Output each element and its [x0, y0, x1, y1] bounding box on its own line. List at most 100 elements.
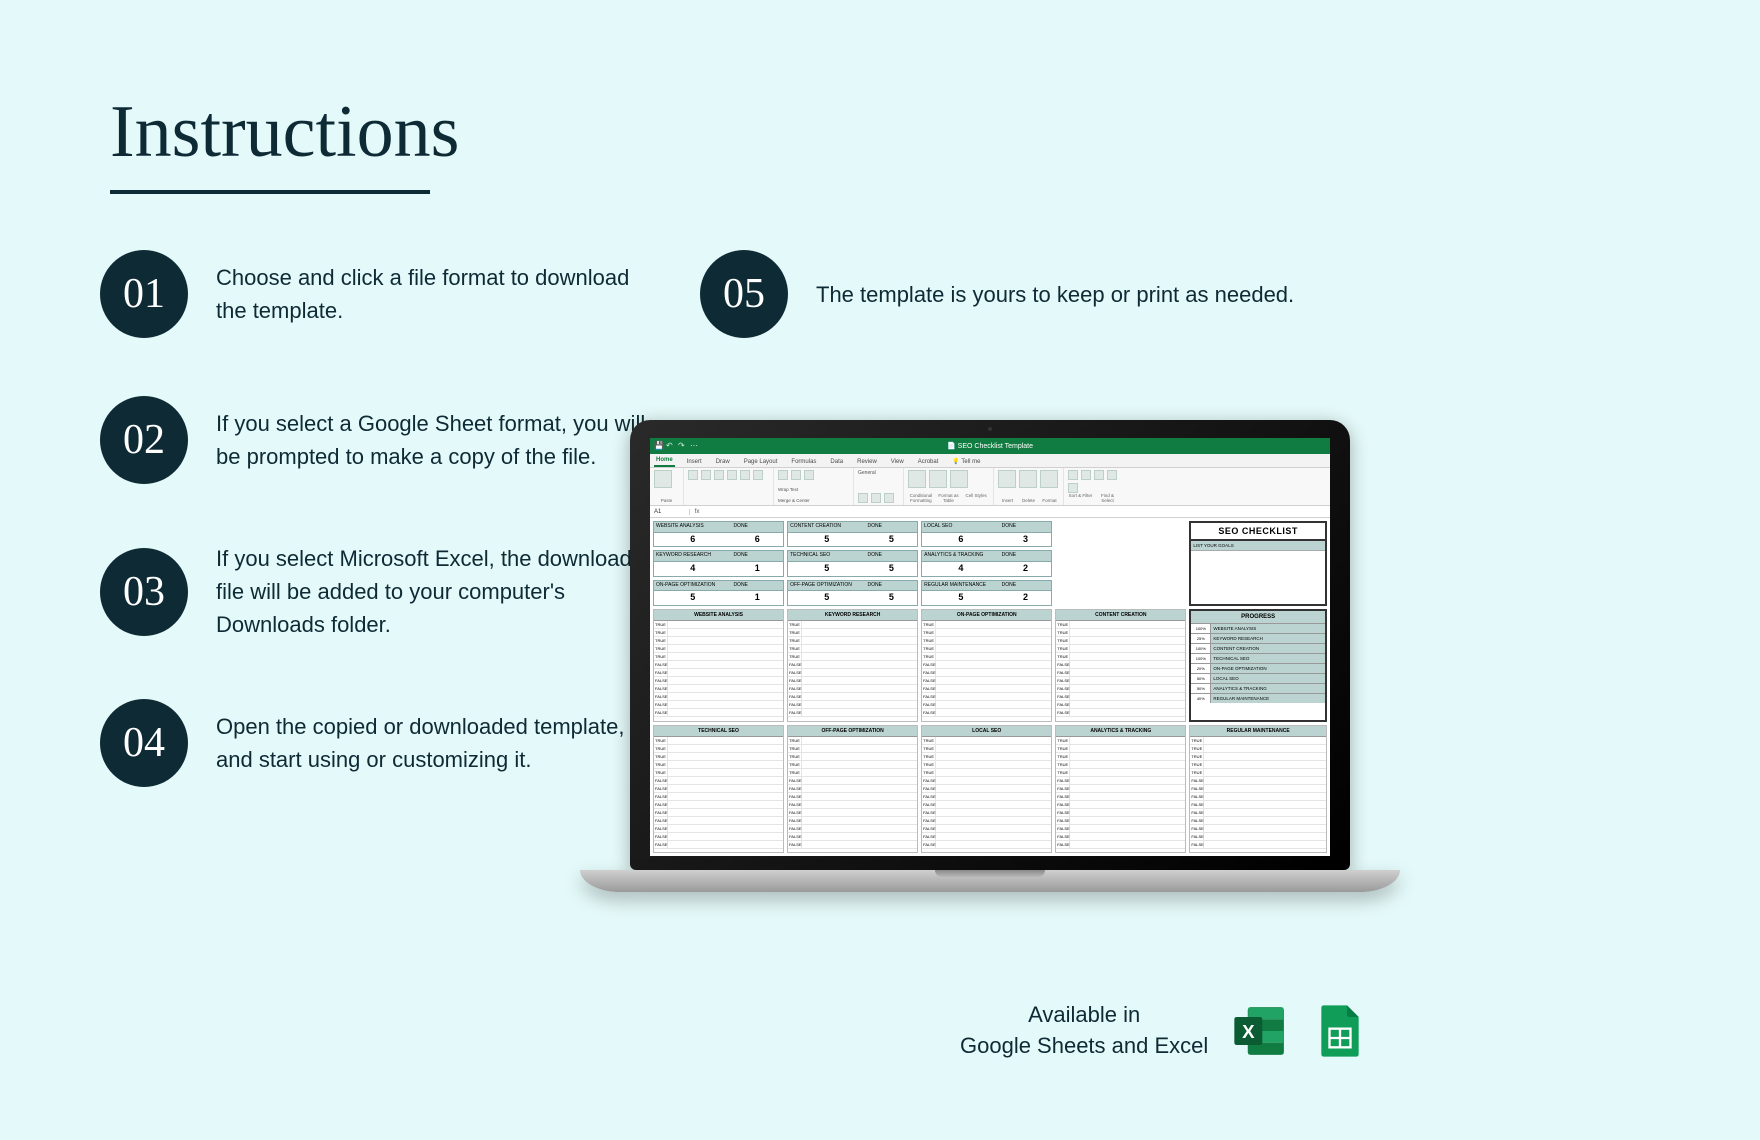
tab-view[interactable]: View	[889, 457, 906, 467]
paste-label: Paste	[654, 498, 679, 503]
tab-page-layout[interactable]: Page Layout	[742, 457, 780, 467]
sort-filter-icon[interactable]	[1107, 470, 1117, 480]
cell-styles-icon[interactable]	[950, 470, 968, 488]
checklist-keyword-research: KEYWORD RESEARCH TRUETRUETRUETRUETRUEFAL…	[787, 609, 918, 721]
font-color-icon[interactable]	[753, 470, 763, 480]
step-badge-02: 02	[100, 396, 188, 484]
redo-icon[interactable]: ↷	[678, 442, 686, 450]
number-format-dropdown[interactable]: General	[858, 470, 899, 476]
tab-draw[interactable]: Draw	[714, 457, 732, 467]
autosum-icon[interactable]	[1068, 470, 1078, 480]
fx-icon[interactable]: fx	[690, 509, 704, 515]
ribbon-number: General	[854, 468, 904, 505]
tell-me[interactable]: 💡 Tell me	[950, 456, 982, 467]
step-badge-04: 04	[100, 699, 188, 787]
paste-icon[interactable]	[654, 470, 672, 488]
tab-acrobat[interactable]: Acrobat	[916, 457, 941, 467]
metric-keyword-research: KEYWORD RESEARCHDONE 41	[653, 550, 784, 576]
seo-checklist-sub: LIST YOUR GOALS	[1191, 541, 1325, 551]
underline-icon[interactable]	[714, 470, 724, 480]
format-cells-icon[interactable]	[1040, 470, 1058, 488]
steps-list: 01 Choose and click a file format to dow…	[100, 250, 660, 845]
comma-icon[interactable]	[884, 493, 894, 503]
metric-technical-seo: TECHNICAL SEODONE 55	[787, 550, 918, 576]
tab-data[interactable]: Data	[828, 457, 845, 467]
step-03: 03 If you select Microsoft Excel, the do…	[100, 542, 660, 641]
metric-analytics-tracking: ANALYTICS & TRACKINGDONE 42	[921, 550, 1052, 576]
find-select-icon[interactable]	[1068, 483, 1078, 493]
cond-fmt-label: Conditional Formatting	[908, 493, 934, 503]
ribbon-clipboard: Paste	[650, 468, 684, 505]
excel-window-title: 📄 SEO Checklist Template	[947, 442, 1033, 450]
ribbon-editing: Sort & Filter Find & Select	[1064, 468, 1124, 505]
quick-access-toolbar: 💾 ↶ ↷ ⋯	[654, 442, 698, 450]
metric-offpage-optimization: OFF-PAGE OPTIMIZATIONDONE 55	[787, 580, 918, 606]
align-icon[interactable]	[778, 470, 788, 480]
insert-cells-icon[interactable]	[998, 470, 1016, 488]
checklist-onpage-optimization: ON-PAGE OPTIMIZATION TRUETRUETRUETRUETRU…	[921, 609, 1052, 721]
seo-checklist-card: SEO CHECKLIST LIST YOUR GOALS	[1189, 521, 1327, 606]
align-icon3[interactable]	[804, 470, 814, 480]
delete-label: Delete	[1019, 498, 1038, 503]
bold-icon[interactable]	[688, 470, 698, 480]
progress-card: PROGRESS 100%WEBSITE ANALYSIS25%KEYWORD …	[1189, 609, 1327, 721]
checklist-analytics-tracking: ANALYTICS & TRACKING TRUETRUETRUETRUETRU…	[1055, 725, 1186, 853]
tab-formulas[interactable]: Formulas	[789, 457, 818, 467]
laptop-mockup: 💾 ↶ ↷ ⋯ 📄 SEO Checklist Template Home In…	[630, 420, 1350, 892]
step-badge-01: 01	[100, 250, 188, 338]
more-icon[interactable]: ⋯	[690, 442, 698, 450]
metric-local-seo: LOCAL SEODONE 63	[921, 521, 1052, 547]
step-04: 04 Open the copied or downloaded templat…	[100, 699, 660, 787]
format-as-table-icon[interactable]	[929, 470, 947, 488]
cellstyles-label: Cell Styles	[963, 493, 989, 503]
metric-regular-maintenance: REGULAR MAINTENANCEDONE 52	[921, 580, 1052, 606]
metric-website-analysis: WEBSITE ANALYSISDONE 66	[653, 521, 784, 547]
border-icon[interactable]	[727, 470, 737, 480]
italic-icon[interactable]	[701, 470, 711, 480]
page-title: Instructions	[110, 90, 459, 175]
step-text-05: The template is yours to keep or print a…	[816, 278, 1294, 311]
ribbon-styles: Conditional Formatting Format as Table C…	[904, 468, 994, 505]
tab-review[interactable]: Review	[855, 457, 879, 467]
seo-checklist-title: SEO CHECKLIST	[1191, 523, 1325, 541]
checklist-content-creation: CONTENT CREATION TRUETRUETRUETRUETRUEFAL…	[1055, 609, 1186, 721]
save-icon[interactable]: 💾	[654, 442, 662, 450]
step-badge-03: 03	[100, 548, 188, 636]
align-icon2[interactable]	[791, 470, 801, 480]
excel-icon: X	[1232, 1003, 1288, 1059]
format-label: Format	[1040, 498, 1059, 503]
wrap-text-button[interactable]: Wrap Text	[778, 487, 849, 492]
tab-home[interactable]: Home	[654, 455, 675, 467]
availability-text: Available in Google Sheets and Excel	[960, 1000, 1208, 1062]
ribbon-cells: Insert Delete Format	[994, 468, 1064, 505]
laptop-camera	[988, 427, 992, 431]
conditional-formatting-icon[interactable]	[908, 470, 926, 488]
step-text-04: Open the copied or downloaded template, …	[216, 710, 660, 776]
step-badge-05: 05	[700, 250, 788, 338]
percent-icon[interactable]	[871, 493, 881, 503]
excel-ribbon: Paste	[650, 468, 1330, 506]
insert-label: Insert	[998, 498, 1017, 503]
find-label: Find & Select	[1095, 493, 1120, 503]
excel-ribbon-tabs: Home Insert Draw Page Layout Formulas Da…	[650, 454, 1330, 468]
merge-center-button[interactable]: Merge & Center	[778, 498, 849, 503]
currency-icon[interactable]	[858, 493, 868, 503]
fat-label: Format as Table	[936, 493, 962, 503]
step-01: 01 Choose and click a file format to dow…	[100, 250, 660, 338]
excel-formula-bar: A1 fx	[650, 506, 1330, 518]
delete-cells-icon[interactable]	[1019, 470, 1037, 488]
name-box[interactable]: A1	[650, 509, 690, 515]
tab-insert[interactable]: Insert	[685, 457, 704, 467]
excel-titlebar: 💾 ↶ ↷ ⋯ 📄 SEO Checklist Template	[650, 438, 1330, 454]
metric-content-creation: CONTENT CREATIONDONE 55	[787, 521, 918, 547]
laptop-notch	[935, 870, 1045, 877]
undo-icon[interactable]: ↶	[666, 442, 674, 450]
clear-icon[interactable]	[1094, 470, 1104, 480]
title-underline	[110, 190, 430, 194]
fill-icon[interactable]	[1081, 470, 1091, 480]
fill-color-icon[interactable]	[740, 470, 750, 480]
laptop-bezel: 💾 ↶ ↷ ⋯ 📄 SEO Checklist Template Home In…	[630, 420, 1350, 870]
checklist-technical-seo: TECHNICAL SEO TRUETRUETRUETRUETRUEFALSEF…	[653, 725, 784, 853]
laptop-screen: 💾 ↶ ↷ ⋯ 📄 SEO Checklist Template Home In…	[650, 438, 1330, 856]
step-05: 05 The template is yours to keep or prin…	[700, 250, 1320, 338]
